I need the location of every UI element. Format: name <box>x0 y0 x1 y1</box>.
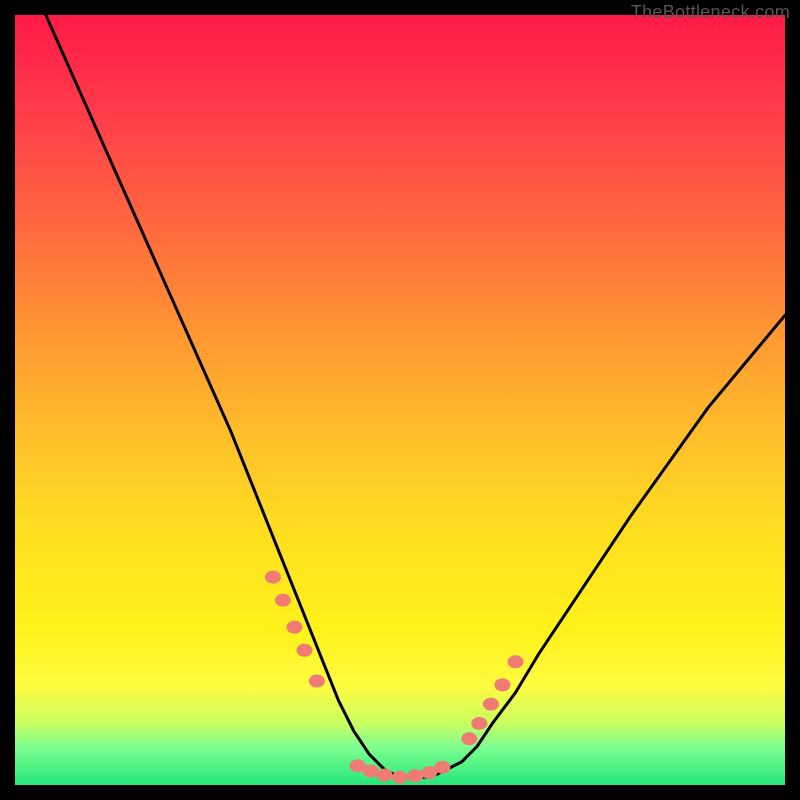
bottleneck-curve <box>46 15 785 777</box>
marker-left <box>309 675 325 688</box>
marker-left <box>287 621 303 634</box>
marker-bottom <box>363 765 379 778</box>
marker-right <box>471 717 487 730</box>
marker-right <box>494 678 510 691</box>
marker-bottom <box>377 768 393 781</box>
marker-left <box>275 594 291 607</box>
chart-frame: TheBottleneck.com <box>0 0 800 800</box>
marker-left <box>297 644 313 657</box>
watermark-text: TheBottleneck.com <box>631 2 790 23</box>
marker-bottom <box>407 769 423 782</box>
marker-bottom <box>392 771 408 784</box>
marker-left <box>265 571 281 584</box>
marker-right <box>508 655 524 668</box>
plot-area <box>15 15 785 785</box>
marker-bottom <box>434 761 450 774</box>
marker-right <box>483 698 499 711</box>
marker-right <box>461 732 477 745</box>
curve-svg <box>15 15 785 785</box>
